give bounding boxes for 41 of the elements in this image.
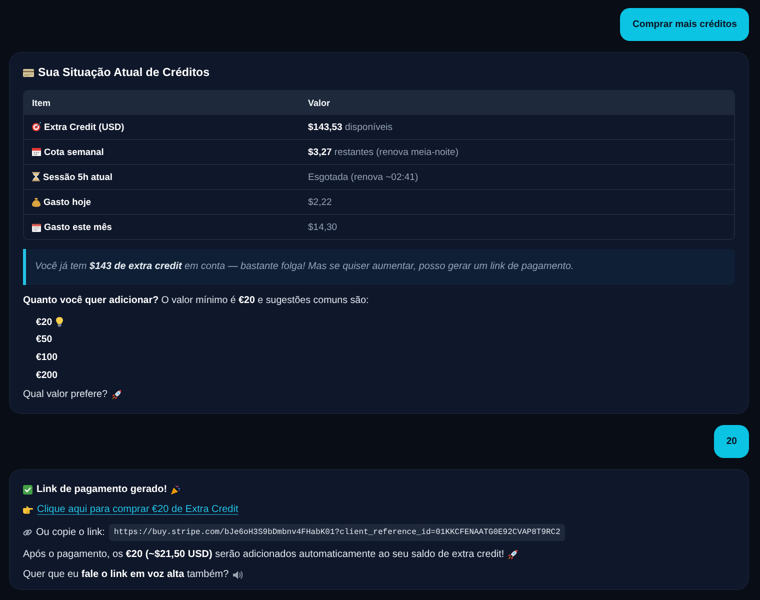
question-text: Quer que eu fale o link em voz alta também?	[23, 568, 229, 582]
table-cell: Cota semanal	[44, 147, 104, 157]
table-cell: $3,27 restantes (renova meia-noite)	[300, 139, 734, 164]
speaker-icon	[232, 571, 243, 580]
confirmation-text: Após o pagamento, os €20 (~$21,50 USD) serão adicionados automaticamente ao seu saldo de extra credit!	[23, 548, 504, 562]
payment-link[interactable]: Clique aqui para comprar €20 de Extra Credit	[37, 503, 238, 518]
user-message: 20	[714, 425, 749, 458]
table-cell: Gasto hoje	[44, 197, 91, 207]
credit-card-icon	[23, 69, 34, 77]
rocket-icon	[112, 390, 122, 400]
table-cell: $143,53 disponíveis	[300, 114, 734, 139]
copy-label: Ou copie o link:	[36, 526, 105, 540]
amount-option: €50	[36, 334, 52, 346]
hourglass-icon	[32, 172, 40, 182]
url-code: https://buy.stripe.com/bJe6oH3S9bDmbnv4FHabK01?client_reference_id=01KKCFENAATG0E92CVAP8T9RC2	[108, 524, 566, 542]
amount-option: €20	[36, 316, 52, 328]
column-header: Item	[24, 91, 300, 114]
pointing-hand-icon	[23, 506, 33, 514]
table-cell: Extra Credit (USD)	[44, 122, 124, 132]
table-cell: Esgotada (renova ~02:41)	[300, 164, 734, 189]
closing-text: Qual valor prefere?	[23, 388, 108, 402]
table-cell: Sessão 5h atual	[43, 172, 112, 182]
callout-quote: Você já tem $143 de extra credit em conta — bastante folga! Mas se quiser aumentar, posso gerar um link de pagamento.	[23, 249, 735, 285]
party-popper-icon	[171, 485, 181, 495]
calendar-icon	[32, 148, 41, 156]
amount-option: €100	[36, 352, 58, 363]
table-cell: $2,22	[300, 189, 734, 214]
message-title: Sua Situação Atual de Créditos	[38, 65, 210, 81]
calendar-icon	[32, 222, 41, 232]
link-icon	[23, 528, 32, 538]
column-header: Valor	[300, 91, 734, 114]
target-icon	[32, 122, 41, 132]
money-bag-icon	[32, 198, 40, 206]
amount-option: €200	[36, 370, 58, 381]
check-icon	[23, 485, 32, 495]
table-cell: $14,30	[300, 214, 734, 239]
table-cell: Gasto este mês	[44, 222, 112, 232]
rocket-icon	[508, 550, 518, 560]
question-text: Quanto você quer adicionar? O valor mínimo é €20 e sugestões comuns são:	[23, 294, 370, 308]
message-title: Link de pagamento gerado!	[36, 483, 168, 498]
user-message: Comprar mais créditos	[620, 8, 749, 41]
